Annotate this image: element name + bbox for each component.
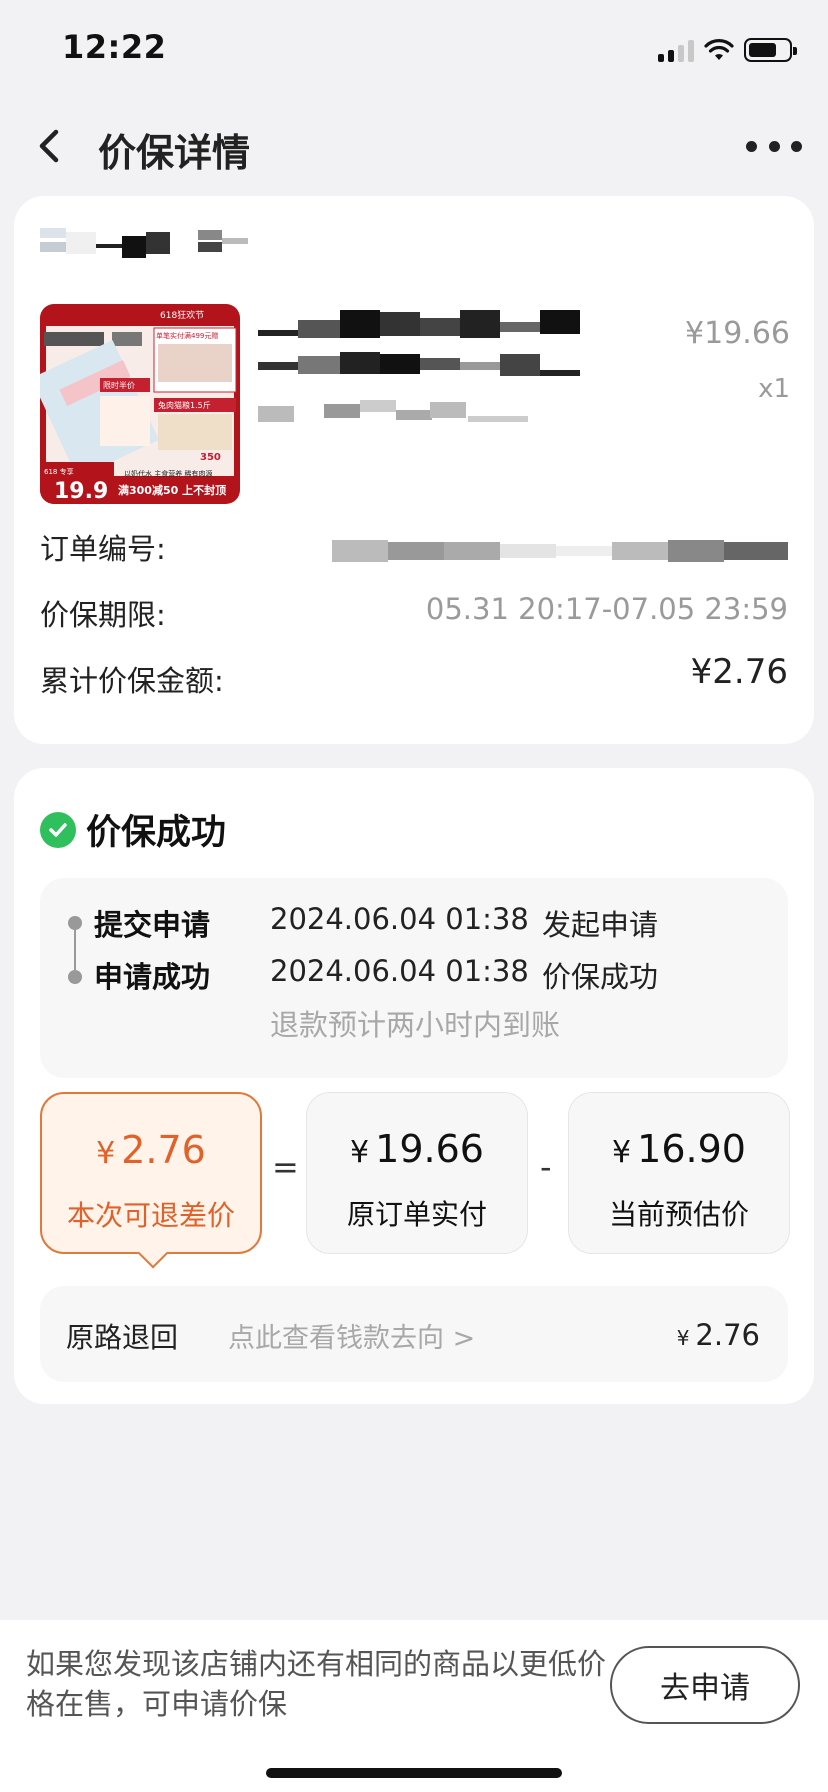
svg-text:618狂欢节: 618狂欢节 bbox=[160, 309, 204, 321]
svg-text:以奶代水 主食营养 稀有肉源: 以奶代水 主食营养 稀有肉源 bbox=[124, 469, 212, 478]
refund-route-row[interactable]: 原路退回 点此查看钱款去向 > ¥2.76 bbox=[40, 1286, 788, 1382]
svg-text:单笔实付满499元赠: 单笔实付满499元赠 bbox=[156, 331, 218, 340]
svg-text:满300减50 上不封顶: 满300减50 上不封顶 bbox=[118, 483, 226, 497]
back-button[interactable] bbox=[30, 122, 74, 170]
route-amount: ¥2.76 bbox=[676, 1318, 760, 1352]
estimated-price-box: ¥16.90 当前预估价 bbox=[568, 1092, 790, 1254]
paid-label: 原订单实付 bbox=[346, 1198, 487, 1231]
order-number-redacted[interactable] bbox=[332, 538, 788, 564]
result-status: 价保成功 bbox=[40, 804, 226, 855]
currency-symbol: ¥ bbox=[676, 1326, 690, 1350]
refund-amount: 2.76 bbox=[121, 1128, 206, 1172]
order-card: 618狂欢节 单笔实付满499元赠 限时半价 兔肉猫粮1.5斤 350 618 … bbox=[14, 196, 814, 744]
paid-amount-box: ¥19.66 原订单实付 bbox=[306, 1092, 528, 1254]
timeline-time: 2024.06.04 01:38 bbox=[270, 954, 529, 988]
shop-name-redacted bbox=[40, 228, 248, 258]
estimated-amount: 16.90 bbox=[637, 1127, 746, 1171]
paid-amount: 19.66 bbox=[375, 1127, 484, 1171]
minus-sign: - bbox=[540, 1148, 552, 1186]
timeline-desc: 发起申请 bbox=[542, 908, 659, 942]
period-label: 价保期限: bbox=[40, 598, 166, 632]
currency-symbol: ¥ bbox=[350, 1135, 370, 1170]
timeline-step: 提交申请 bbox=[94, 908, 211, 942]
result-card: 价保成功 提交申请 2024.06.04 01:38 发起申请 申请成功 202… bbox=[14, 768, 814, 1404]
status-time: 12:22 bbox=[62, 28, 167, 66]
product-image[interactable]: 618狂欢节 单笔实付满499元赠 限时半价 兔肉猫粮1.5斤 350 618 … bbox=[40, 304, 240, 504]
bottom-tip: 如果您发现该店铺内还有相同的商品以更低价格在售，可申请价保 bbox=[26, 1647, 607, 1721]
timeline-dot bbox=[68, 916, 82, 930]
route-label: 原路退回 bbox=[66, 1321, 179, 1354]
check-circle-icon bbox=[40, 811, 76, 848]
equals-sign: = bbox=[272, 1148, 299, 1186]
currency-symbol: ¥ bbox=[96, 1136, 116, 1171]
home-indicator bbox=[266, 1768, 562, 1778]
total-label: 累计价保金额: bbox=[40, 664, 224, 698]
estimated-label: 当前预估价 bbox=[608, 1198, 749, 1231]
timeline-step: 申请成功 bbox=[94, 960, 211, 994]
apply-button[interactable]: 去申请 bbox=[610, 1646, 800, 1724]
battery-icon bbox=[744, 38, 797, 62]
svg-text:限时半价: 限时半价 bbox=[103, 380, 135, 390]
svg-text:兔肉猫粮1.5斤: 兔肉猫粮1.5斤 bbox=[158, 400, 211, 410]
route-link[interactable]: 点此查看钱款去向 > bbox=[228, 1316, 475, 1355]
signal-icon bbox=[658, 38, 694, 62]
more-button[interactable] bbox=[746, 128, 802, 164]
currency-symbol: ¥ bbox=[612, 1135, 632, 1170]
page-title: 价保详情 bbox=[98, 131, 251, 175]
status-icons bbox=[658, 36, 797, 64]
product-price: ¥19.66 bbox=[685, 316, 790, 351]
chevron-left-icon bbox=[39, 129, 59, 163]
more-dots-icon bbox=[746, 140, 757, 152]
svg-text:350: 350 bbox=[200, 452, 221, 463]
svg-text:618 专享: 618 专享 bbox=[44, 467, 74, 476]
refund-difference-box[interactable]: ¥2.76 本次可退差价 bbox=[40, 1092, 262, 1254]
total-value: ¥2.76 bbox=[690, 652, 788, 692]
product-quantity: x1 bbox=[758, 374, 790, 404]
timeline-desc: 价保成功 bbox=[542, 960, 659, 994]
timeline-dot bbox=[68, 970, 82, 984]
order-number-label: 订单编号: bbox=[40, 532, 166, 566]
status-text: 价保成功 bbox=[86, 813, 227, 853]
wifi-icon bbox=[704, 39, 734, 60]
nav-bar: 价保详情 bbox=[0, 100, 828, 192]
refund-label: 本次可退差价 bbox=[66, 1199, 235, 1232]
refund-eta-note: 退款预计两小时内到账 bbox=[270, 1008, 561, 1042]
svg-text:19.9: 19.9 bbox=[54, 479, 108, 504]
period-value: 05.31 20:17-07.05 23:59 bbox=[425, 592, 788, 626]
status-bar: 12:22 bbox=[0, 0, 828, 96]
product-title-redacted bbox=[258, 310, 580, 422]
bottom-bar: 如果您发现该店铺内还有相同的商品以更低价格在售，可申请价保 去申请 bbox=[0, 1620, 828, 1792]
timeline: 提交申请 2024.06.04 01:38 发起申请 申请成功 2024.06.… bbox=[40, 878, 788, 1078]
timeline-time: 2024.06.04 01:38 bbox=[270, 902, 529, 936]
